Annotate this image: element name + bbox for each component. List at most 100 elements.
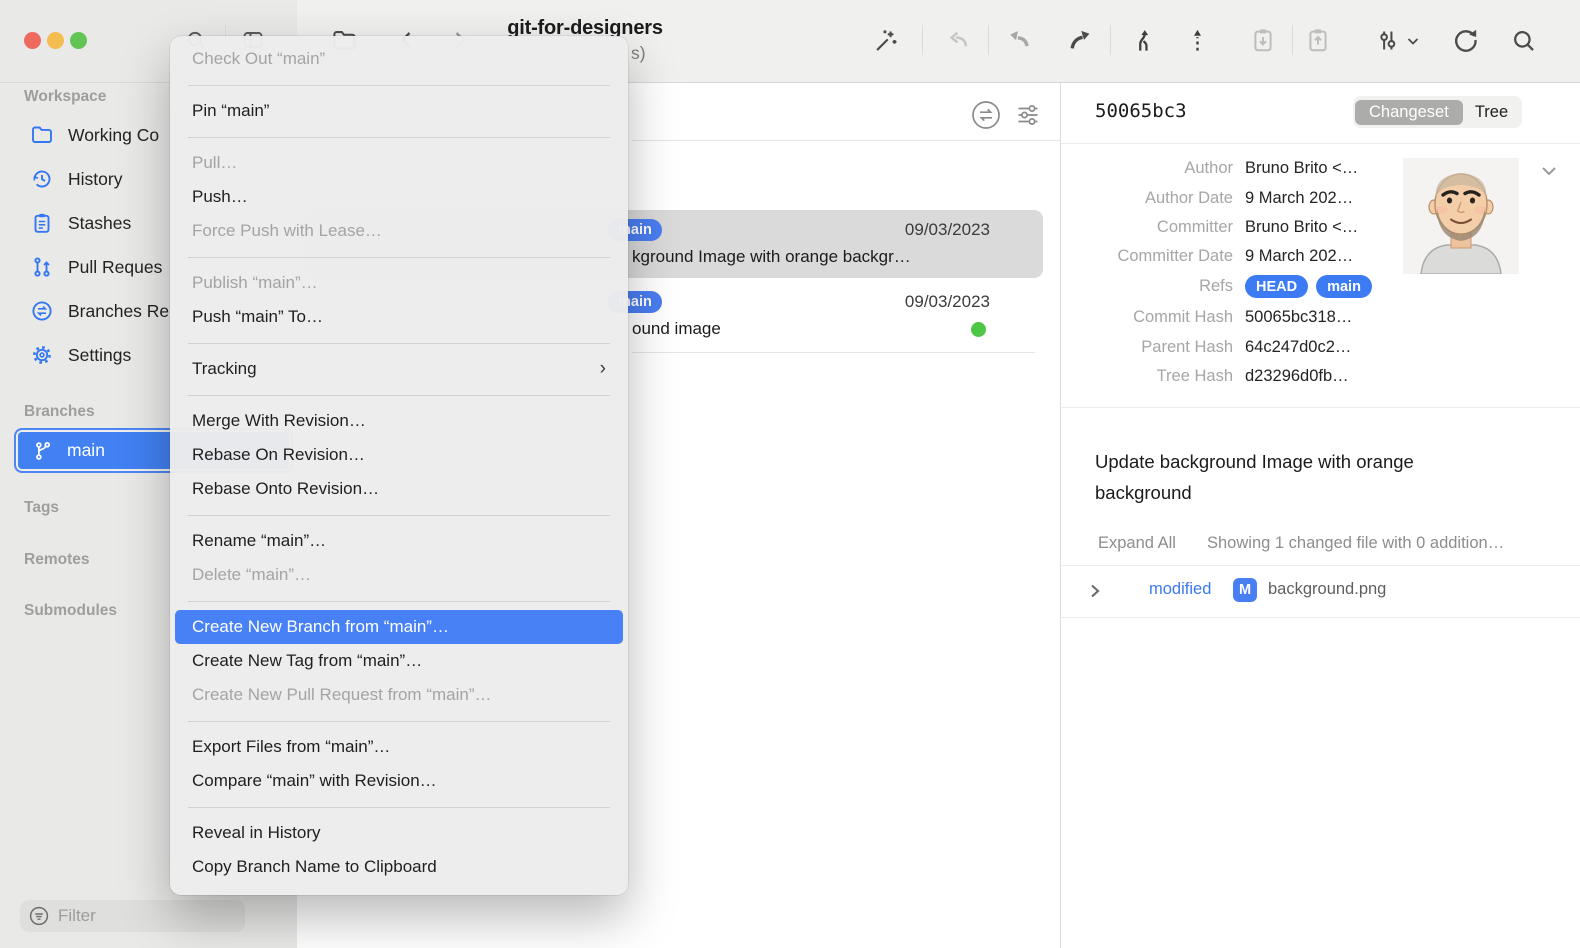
menu-separator (188, 85, 610, 86)
file-name: background.png (1268, 580, 1386, 599)
close-window-button[interactable] (24, 32, 41, 49)
sidebar-section-workspace: Workspace (24, 88, 106, 106)
branch-context-menu: Check Out “main” Pin “main” Pull… Push… … (170, 36, 628, 895)
search-icon[interactable] (1510, 27, 1537, 54)
pull-request-icon (30, 255, 54, 279)
filter-options-icon[interactable] (1014, 101, 1042, 129)
sidebar-item-branches-review[interactable]: Branches Re (30, 296, 169, 326)
stash-apply-icon[interactable] (1304, 26, 1332, 54)
commit-message-full: Update background Image with orange back… (1095, 446, 1495, 508)
pull-icon[interactable] (1005, 27, 1032, 54)
chevron-right-icon[interactable] (1086, 582, 1104, 600)
field-value-parent-hash: 64c247d0c2… (1245, 338, 1351, 357)
sidebar-item-stashes[interactable]: Stashes (30, 208, 131, 238)
menu-separator (188, 395, 610, 396)
changed-file-row[interactable]: modified M background.png (1061, 566, 1580, 617)
refresh-icon[interactable] (1451, 26, 1479, 54)
sidebar-item-label: Settings (68, 345, 131, 366)
ref-badge-main: main (1316, 275, 1372, 298)
field-value-commit-hash: 50065bc318… (1245, 308, 1352, 327)
menu-item-copy-branch-name[interactable]: Copy Branch Name to Clipboard (175, 850, 623, 884)
sync-circle-icon (30, 299, 54, 323)
tab-changeset[interactable]: Changeset (1355, 100, 1463, 125)
menu-item-delete: Delete “main”… (175, 558, 623, 592)
menu-separator (188, 257, 610, 258)
changed-files-summary: Showing 1 changed file with 0 addition… (1207, 534, 1504, 553)
filter-input[interactable] (20, 900, 245, 932)
menu-separator (188, 343, 610, 344)
menu-item-create-new-pull-request: Create New Pull Request from “main”… (175, 678, 623, 712)
stash-save-icon[interactable] (1249, 26, 1277, 54)
sidebar-item-label: Working Co (68, 125, 159, 146)
stash-clipboard-icon (30, 211, 54, 235)
menu-item-push-to[interactable]: Push “main” To… (175, 300, 623, 334)
sidebar-item-label: History (68, 169, 122, 190)
menu-item-create-new-tag[interactable]: Create New Tag from “main”… (175, 644, 623, 678)
divider (1061, 617, 1580, 618)
menu-item-merge-with-revision[interactable]: Merge With Revision… (175, 404, 623, 438)
field-label: Author Date (1063, 189, 1233, 208)
field-label: Tree Hash (1063, 367, 1233, 386)
field-value-committer-date: 9 March 202… (1245, 247, 1353, 266)
sidebar-item-settings[interactable]: Settings (30, 340, 131, 370)
quick-actions-wand-icon[interactable] (872, 27, 899, 54)
sidebar-item-working-copy[interactable]: Working Co (30, 120, 159, 150)
menu-item-rename[interactable]: Rename “main”… (175, 524, 623, 558)
sidebar-item-pull-requests[interactable]: Pull Reques (30, 252, 162, 282)
sidebar-item-label: Stashes (68, 213, 131, 234)
field-value-committer: Bruno Brito <… (1245, 218, 1358, 237)
divider (1061, 143, 1580, 144)
menu-item-push[interactable]: Push… (175, 180, 623, 214)
zoom-window-button[interactable] (70, 32, 87, 49)
avatar (1403, 158, 1519, 274)
menu-item-reveal-in-history[interactable]: Reveal in History (175, 816, 623, 850)
sidebar-bottom-bar: + (0, 895, 297, 948)
app-window: git-for-designers s) (0, 0, 1580, 948)
tab-tree[interactable]: Tree (1463, 100, 1520, 125)
field-label: Committer (1063, 218, 1233, 237)
rebase-branch-icon[interactable] (1129, 27, 1156, 54)
expand-all-link[interactable]: Expand All (1098, 534, 1176, 553)
toolbar-separator (1292, 25, 1293, 55)
menu-item-pin[interactable]: Pin “main” (175, 94, 623, 128)
cherry-pick-icon[interactable] (1184, 27, 1211, 54)
chevron-down-icon[interactable] (1405, 33, 1421, 49)
sidebar-section-tags[interactable]: Tags (24, 499, 59, 517)
menu-item-pull: Pull… (175, 146, 623, 180)
history-clock-icon (30, 167, 54, 191)
view-options-icon[interactable] (1374, 27, 1401, 54)
field-label: Author (1063, 159, 1233, 178)
sidebar-section-submodules[interactable]: Submodules (24, 602, 117, 620)
sidebar-section-branches: Branches (24, 403, 95, 421)
minimize-window-button[interactable] (47, 32, 64, 49)
field-label: Parent Hash (1063, 338, 1233, 357)
menu-item-check-out: Check Out “main” (175, 42, 623, 76)
divider (1061, 407, 1580, 408)
commit-status-dot (971, 322, 986, 337)
menu-item-rebase-on-revision[interactable]: Rebase On Revision… (175, 438, 623, 472)
ref-badge-head: HEAD (1245, 275, 1308, 298)
field-value-author: Bruno Brito <… (1245, 159, 1358, 178)
fetch-icon[interactable] (945, 27, 972, 54)
menu-item-create-new-branch[interactable]: Create New Branch from “main”… (175, 610, 623, 644)
menu-item-publish: Publish “main”… (175, 266, 623, 300)
menu-item-rebase-onto-revision[interactable]: Rebase Onto Revision… (175, 472, 623, 506)
compare-icon[interactable] (971, 100, 1001, 130)
view-toggle: Changeset Tree (1353, 96, 1522, 128)
menu-item-force-push: Force Push with Lease… (175, 214, 623, 248)
push-icon[interactable] (1066, 27, 1093, 54)
sidebar-item-history[interactable]: History (30, 164, 122, 194)
field-label: Committer Date (1063, 247, 1233, 266)
menu-item-compare-with-revision[interactable]: Compare “main” with Revision… (175, 764, 623, 798)
field-label: Refs (1063, 277, 1233, 296)
menu-item-export-files[interactable]: Export Files from “main”… (175, 730, 623, 764)
toolbar-separator (922, 25, 923, 55)
commit-date: 09/03/2023 (830, 220, 990, 240)
field-value-tree-hash: d23296d0fb… (1245, 367, 1349, 386)
sidebar-section-remotes[interactable]: Remotes (24, 551, 89, 569)
file-status-text: modified (1149, 580, 1211, 599)
commit-message-preview: ound image (632, 319, 721, 339)
chevron-down-icon[interactable] (1538, 160, 1560, 182)
menu-item-tracking[interactable]: Tracking› (175, 352, 623, 386)
filter-icon (29, 906, 49, 926)
